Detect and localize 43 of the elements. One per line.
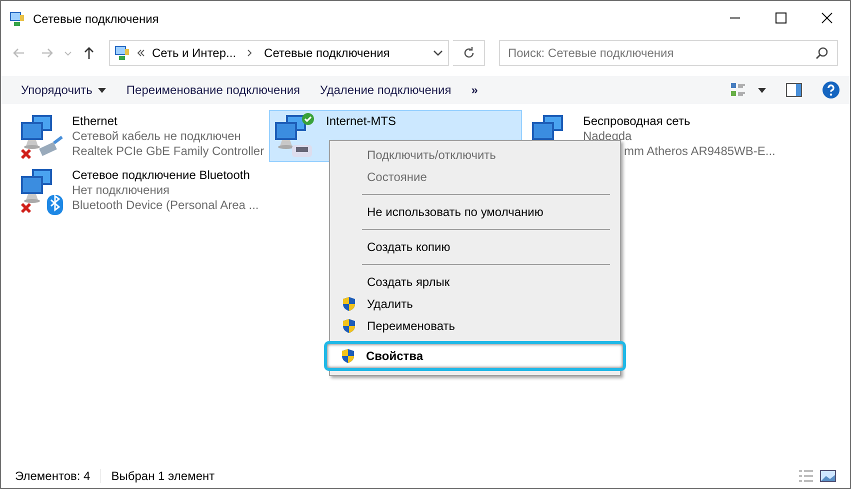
- window-title: Сетевые подключения: [33, 12, 159, 26]
- connection-detail: Nadegda: [583, 129, 633, 144]
- item-count: Элементов: 4: [15, 469, 92, 483]
- double-chevron-icon: [136, 48, 146, 58]
- caret-icon: [98, 88, 106, 92]
- connection-name: Сетевое подключение Bluetooth: [72, 168, 251, 183]
- toolbar-button[interactable]: Переименование подключения: [116, 79, 310, 101]
- menu-item[interactable]: Не использовать по умолчанию: [332, 201, 618, 223]
- connection-detail: Bluetooth Device (Personal Area ...: [72, 198, 259, 213]
- search-icon: [815, 46, 829, 60]
- more-button[interactable]: »: [461, 79, 488, 101]
- connection-name: Ethernet: [72, 114, 118, 129]
- preview-pane-icon[interactable]: [786, 83, 802, 97]
- refresh-button[interactable]: [453, 40, 485, 66]
- network-folder-icon: [114, 45, 130, 61]
- details-view-icon[interactable]: [798, 469, 814, 483]
- menu-item[interactable]: Создать копию: [332, 236, 618, 258]
- help-icon[interactable]: [822, 81, 840, 99]
- connection-name: Internet-MTS: [326, 114, 396, 129]
- breadcrumb[interactable]: Сеть и Интер...: [152, 46, 236, 60]
- menu-item[interactable]: Создать ярлык: [332, 271, 618, 293]
- connection-detail: Нет подключения: [72, 183, 171, 198]
- refresh-icon: [462, 46, 476, 60]
- selection-status: Выбран 1 элемент: [100, 469, 225, 483]
- connection-item[interactable]: Сетевое подключение Bluetooth Нет подключения Bluetooth Device (Personal Area ...: [15, 164, 269, 216]
- caret-icon[interactable]: [758, 88, 766, 92]
- network-folder-icon: [9, 10, 25, 26]
- view-options-icon[interactable]: [730, 82, 746, 98]
- connection-detail: Realtek PCIe GbE Family Controller: [72, 144, 264, 159]
- connection-name: Беспроводная сеть: [583, 114, 692, 129]
- menu-item[interactable]: Свойства: [324, 341, 626, 371]
- toolbar-button[interactable]: Удаление подключения: [310, 79, 462, 101]
- menu-item[interactable]: Переименовать: [332, 315, 618, 337]
- toolbar-button[interactable]: Упорядочить: [11, 79, 116, 101]
- search-field[interactable]: Поиск: Сетевые подключения: [499, 40, 838, 66]
- address-bar[interactable]: Сеть и Интер... Сетевые подключения: [109, 40, 449, 66]
- chevron-right-icon: [246, 48, 254, 58]
- large-icons-view-icon[interactable]: [820, 469, 836, 483]
- breadcrumb[interactable]: Сетевые подключения: [264, 46, 390, 60]
- connection-item[interactable]: Ethernet Сетевой кабель не подключен Realtek PCIe GbE Family Controller: [15, 110, 269, 162]
- menu-item[interactable]: Удалить: [332, 293, 618, 315]
- connection-detail: mm Atheros AR9485WB-E...: [623, 144, 776, 159]
- connection-detail: Сетевой кабель не подключен: [72, 129, 242, 144]
